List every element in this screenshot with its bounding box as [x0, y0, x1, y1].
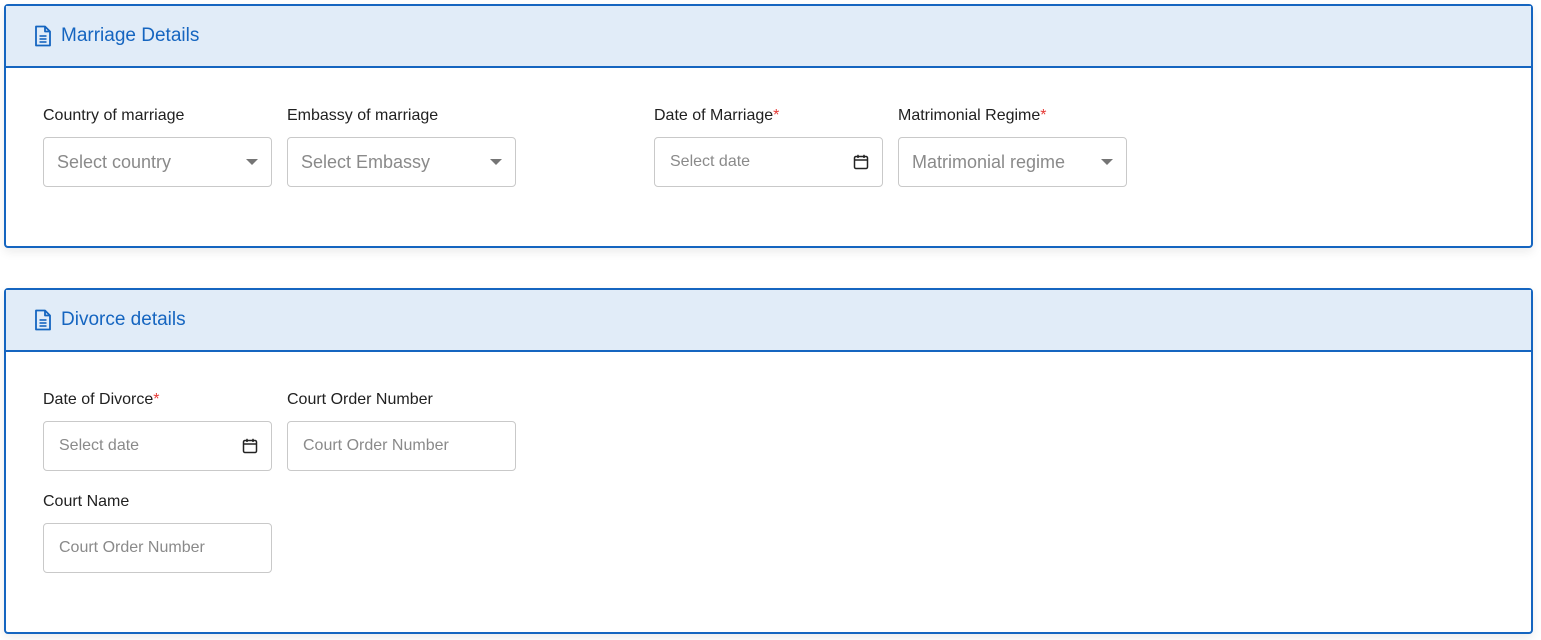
matrimonial-regime-label: Matrimonial Regime*: [898, 106, 1047, 126]
marriage-details-title: Marriage Details: [61, 25, 200, 46]
caret-down-icon: [1101, 159, 1113, 165]
document-icon: [33, 25, 53, 47]
date-of-marriage-field: Date of Marriage* Select date: [654, 106, 883, 187]
calendar-icon[interactable]: [853, 154, 869, 170]
matrimonial-regime-label-text: Matrimonial Regime: [898, 107, 1041, 124]
country-of-marriage-select[interactable]: Select country: [43, 137, 272, 187]
court-order-number-label: Court Order Number: [287, 391, 433, 408]
court-order-number-placeholder: Court Order Number: [303, 437, 449, 454]
date-of-marriage-label-text: Date of Marriage: [654, 107, 774, 124]
court-order-number-field: Court Order Number Court Order Number: [287, 390, 516, 471]
country-of-marriage-field: Country of marriage Select country: [43, 106, 272, 187]
date-of-divorce-label: Date of Divorce*: [43, 390, 160, 410]
caret-down-icon: [246, 159, 258, 165]
calendar-icon[interactable]: [242, 438, 258, 454]
required-marker: *: [773, 107, 780, 124]
court-name-field: Court Name Court Order Number: [43, 492, 272, 573]
embassy-of-marriage-label: Embassy of marriage: [287, 107, 439, 124]
caret-down-icon: [490, 159, 502, 165]
divorce-details-title: Divorce details: [61, 309, 186, 330]
embassy-placeholder: Select Embassy: [301, 151, 431, 172]
marriage-details-card: Marriage Details Country of marriage Sel…: [4, 4, 1533, 248]
court-name-label: Court Name: [43, 493, 130, 510]
date-of-marriage-label: Date of Marriage*: [654, 106, 779, 126]
date-of-divorce-picker[interactable]: Select date: [43, 421, 272, 471]
divorce-details-header: Divorce details: [6, 290, 1531, 352]
date-of-divorce-placeholder: Select date: [59, 437, 140, 454]
date-of-marriage-picker[interactable]: Select date: [654, 137, 883, 187]
date-of-divorce-field: Date of Divorce* Select date: [43, 390, 272, 471]
court-order-number-input[interactable]: Court Order Number: [287, 421, 516, 471]
marriage-details-header: Marriage Details: [6, 6, 1531, 68]
date-of-divorce-label-text: Date of Divorce: [43, 391, 154, 408]
required-marker: *: [153, 391, 160, 408]
embassy-of-marriage-select[interactable]: Select Embassy: [287, 137, 516, 187]
court-name-placeholder: Court Order Number: [59, 539, 205, 556]
matrimonial-regime-select[interactable]: Matrimonial regime: [898, 137, 1127, 187]
required-marker: *: [1040, 107, 1047, 124]
divorce-details-card: Divorce details Date of Divorce* Select …: [4, 288, 1533, 634]
embassy-of-marriage-field: Embassy of marriage Select Embassy: [287, 106, 516, 187]
matrimonial-regime-field: Matrimonial Regime* Matrimonial regime: [898, 106, 1127, 187]
matrimonial-regime-placeholder: Matrimonial regime: [912, 151, 1066, 172]
country-of-marriage-label: Country of marriage: [43, 107, 185, 124]
court-name-input[interactable]: Court Order Number: [43, 523, 272, 573]
document-icon: [33, 309, 53, 331]
country-placeholder: Select country: [57, 151, 172, 172]
date-of-marriage-placeholder: Select date: [670, 153, 751, 170]
